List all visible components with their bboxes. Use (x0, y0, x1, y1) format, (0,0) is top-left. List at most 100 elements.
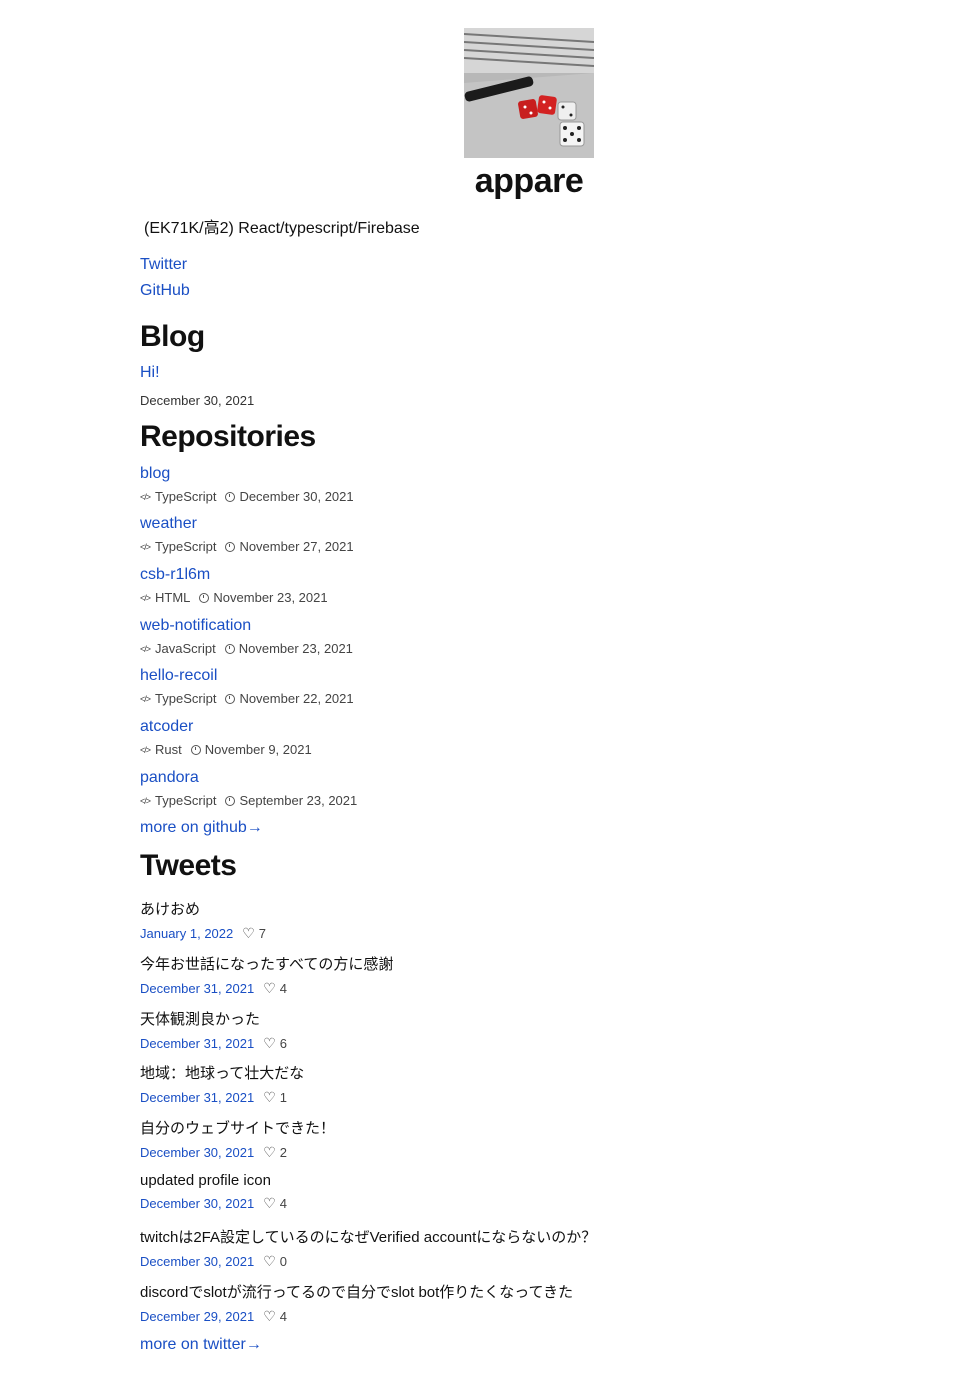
heart-icon: ♡ (263, 1089, 276, 1105)
tweet-likes: 1 (279, 1090, 287, 1105)
tweet-meta: December 31, 2021 ♡ 4 (140, 980, 393, 997)
clock-icon (225, 693, 236, 704)
tweet-likes: 7 (258, 926, 267, 941)
repo-item: pandora </> TypeScript September 23, 202… (140, 769, 357, 808)
tweet-item: 地域：地球って壮大だな December 31, 2021 ♡ 1 (140, 1062, 304, 1106)
tweet-date-link[interactable]: December 29, 2021 (140, 1309, 254, 1324)
repo-name-link[interactable]: pandora (140, 769, 357, 787)
tweet-text: updated profile icon (140, 1172, 271, 1189)
repo-item: weather </> TypeScript November 27, 2021 (140, 515, 354, 554)
repo-date: November 9, 2021 (204, 742, 312, 757)
tweet-date-link[interactable]: December 31, 2021 (140, 981, 254, 996)
tweet-item: updated profile icon December 30, 2021 ♡… (140, 1172, 287, 1212)
clock-icon (225, 795, 236, 806)
tweet-item: あけおめ January 1, 2022 ♡ 7 (140, 898, 266, 942)
tweet-date-link[interactable]: December 30, 2021 (140, 1145, 254, 1160)
tweet-meta: December 31, 2021 ♡ 6 (140, 1035, 287, 1052)
tweet-meta: December 29, 2021 ♡ 4 (140, 1308, 573, 1325)
tweet-text: discordでslotが流行ってるので自分でslot bot作りたくなってきた (140, 1284, 574, 1301)
repo-date: September 23, 2021 (239, 793, 358, 808)
tweet-likes: 0 (279, 1254, 287, 1269)
tweet-likes: 4 (279, 981, 287, 996)
avatar (464, 28, 594, 158)
code-icon: </> (140, 541, 151, 552)
heart-icon: ♡ (263, 1195, 276, 1211)
tweet-date-link[interactable]: January 1, 2022 (140, 926, 233, 941)
tweet-text: 自分のウェブサイトできた！ (140, 1120, 336, 1137)
heart-icon: ♡ (242, 925, 255, 941)
repo-item: csb-r1l6m </> HTML November 23, 2021 (140, 566, 328, 605)
heart-icon: ♡ (263, 980, 276, 996)
repo-date: November 27, 2021 (239, 539, 354, 554)
tweet-likes: 6 (279, 1036, 287, 1051)
repo-name-link[interactable]: hello-recoil (140, 667, 354, 685)
tweet-text: twitchは2FA設定しているのになぜVerified accountにならな… (140, 1229, 597, 1246)
tweet-text: 天体観測良かった (140, 1011, 261, 1028)
repo-meta: </> TypeScript November 22, 2021 (140, 691, 354, 706)
tweet-text: 地域：地球って壮大だな (140, 1065, 305, 1082)
repo-meta: </> Rust November 9, 2021 (140, 742, 312, 757)
repo-item: blog </> TypeScript December 30, 2021 (140, 465, 354, 504)
profile-name: appare (474, 162, 584, 200)
tweet-meta: January 1, 2022 ♡ 7 (140, 925, 266, 942)
clock-icon (225, 491, 236, 502)
tweet-meta: December 30, 2021 ♡ 2 (140, 1144, 335, 1161)
twitter-link[interactable]: Twitter (140, 256, 187, 274)
repo-name-link[interactable]: weather (140, 515, 354, 533)
repo-item: web-notification </> JavaScript November… (140, 617, 353, 656)
tweet-meta: December 31, 2021 ♡ 1 (140, 1089, 304, 1106)
profile-bio: (EK71K/高2) React/typescript/Firebase (144, 220, 420, 237)
repo-name-link[interactable]: atcoder (140, 718, 312, 736)
blog-heading: Blog (140, 320, 205, 353)
repo-date: December 30, 2021 (239, 489, 354, 504)
tweet-date-link[interactable]: December 30, 2021 (140, 1196, 254, 1211)
tweet-date-link[interactable]: December 31, 2021 (140, 1090, 254, 1105)
repo-language: HTML (155, 590, 191, 605)
code-icon: </> (140, 795, 151, 806)
avatar-image (464, 28, 594, 158)
github-link[interactable]: GitHub (140, 282, 190, 300)
repo-language: TypeScript (155, 691, 217, 706)
tweet-likes: 4 (279, 1309, 287, 1324)
blog-post-link[interactable]: Hi! (140, 364, 160, 382)
repo-language: TypeScript (155, 539, 217, 554)
code-icon: </> (140, 744, 151, 755)
tweet-likes: 4 (279, 1196, 287, 1211)
tweet-item: 自分のウェブサイトできた！ December 30, 2021 ♡ 2 (140, 1117, 335, 1161)
repo-item: hello-recoil </> TypeScript November 22,… (140, 667, 354, 706)
more-on-github-link[interactable]: more on github→ (140, 819, 263, 837)
code-icon: </> (140, 592, 151, 603)
repositories-heading: Repositories (140, 420, 316, 453)
heart-icon: ♡ (263, 1144, 276, 1160)
tweet-text: 今年お世話になったすべての方に感謝 (140, 956, 394, 973)
repo-meta: </> TypeScript September 23, 2021 (140, 793, 357, 808)
repo-meta: </> TypeScript December 30, 2021 (140, 489, 354, 504)
tweet-date-link[interactable]: December 31, 2021 (140, 1036, 254, 1051)
tweets-heading: Tweets (140, 849, 237, 882)
tweet-likes: 2 (279, 1145, 287, 1160)
more-on-twitter-link[interactable]: more on twitter→ (140, 1336, 262, 1354)
clock-icon (190, 744, 201, 755)
repo-meta: </> TypeScript November 27, 2021 (140, 539, 354, 554)
repo-language: JavaScript (155, 641, 216, 656)
repo-name-link[interactable]: blog (140, 465, 354, 483)
tweet-item: 今年お世話になったすべての方に感謝 December 31, 2021 ♡ 4 (140, 953, 393, 997)
repo-name-link[interactable]: web-notification (140, 617, 353, 635)
repo-date: November 23, 2021 (238, 641, 353, 656)
repo-language: Rust (155, 742, 182, 757)
heart-icon: ♡ (263, 1308, 276, 1324)
repo-name-link[interactable]: csb-r1l6m (140, 566, 328, 584)
tweet-date-link[interactable]: December 30, 2021 (140, 1254, 254, 1269)
repo-language: TypeScript (155, 489, 217, 504)
tweet-item: discordでslotが流行ってるので自分でslot bot作りたくなってきた… (140, 1281, 573, 1325)
code-icon: </> (140, 643, 151, 654)
tweet-meta: December 30, 2021 ♡ 4 (140, 1195, 287, 1212)
repo-date: November 23, 2021 (213, 590, 328, 605)
tweet-text: あけおめ (140, 901, 201, 918)
code-icon: </> (140, 491, 151, 502)
heart-icon: ♡ (263, 1035, 276, 1051)
repo-date: November 22, 2021 (239, 691, 354, 706)
clock-icon (224, 643, 235, 654)
heart-icon: ♡ (263, 1253, 276, 1269)
repo-item: atcoder </> Rust November 9, 2021 (140, 718, 312, 757)
